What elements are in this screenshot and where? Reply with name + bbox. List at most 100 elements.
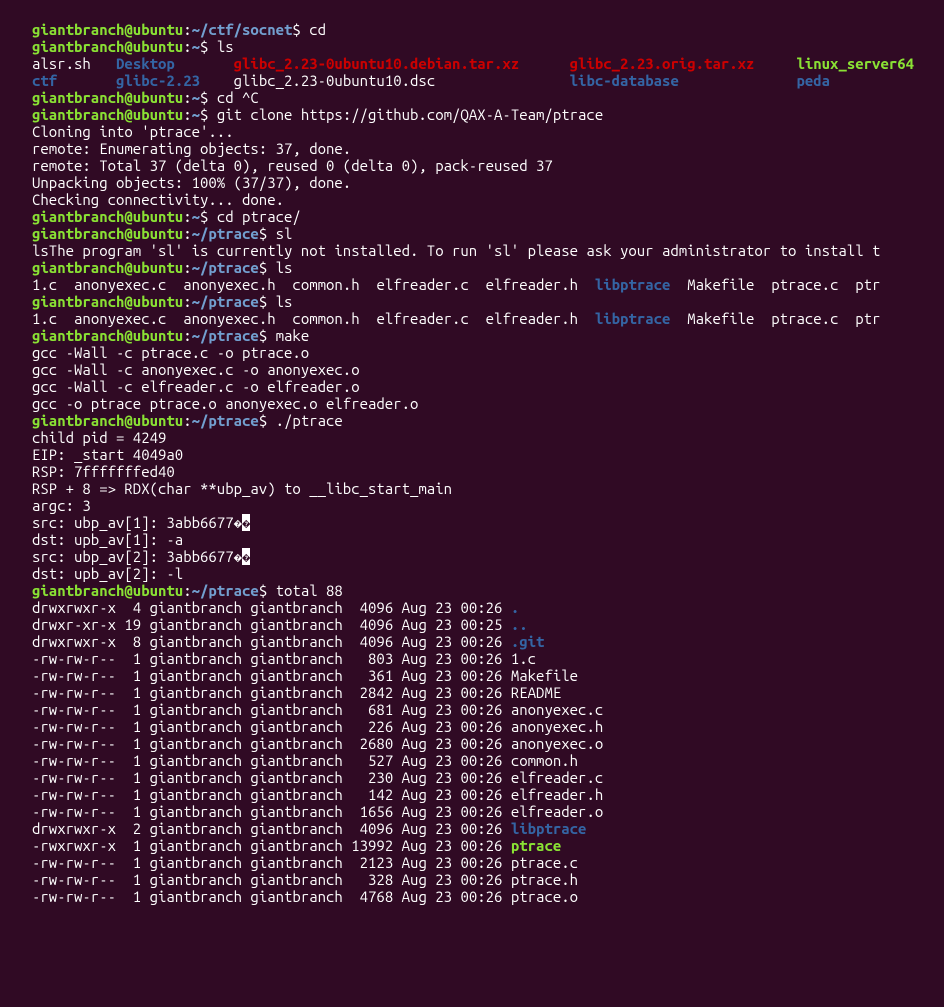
prompt-colon: : <box>183 327 191 344</box>
terminal-line: giantbranch@ubuntu:~$ cd ptrace/ <box>32 208 944 225</box>
prompt-dollar: $ <box>200 89 217 106</box>
prompt-colon: : <box>183 106 191 123</box>
terminal-line: -rw-rw-r-- 1 giantbranch giantbranch 268… <box>32 735 944 752</box>
file-size: 2680 <box>351 735 401 752</box>
terminal-line: gcc -Wall -c elfreader.c -o elfreader.o <box>32 378 944 395</box>
file-date: Aug 23 00:25 <box>402 616 511 633</box>
prompt-dollar: $ <box>200 38 217 55</box>
terminal-line: giantbranch@ubuntu:~/ptrace$ total 88 <box>32 582 944 599</box>
file-date: Aug 23 00:26 <box>402 803 511 820</box>
terminal-line: drwxrwxr-x 8 giantbranch giantbranch 409… <box>32 633 944 650</box>
file-name: ptrace.h <box>511 871 578 888</box>
file-date: Aug 23 00:26 <box>402 633 511 650</box>
file-owner: giantbranch <box>150 854 251 871</box>
file-perms: -rw-rw-r-- <box>32 718 124 735</box>
terminal-line: lsThe program 'sl' is currently not inst… <box>32 242 944 259</box>
file-owner: giantbranch <box>150 599 251 616</box>
file-links: 1 <box>124 735 149 752</box>
file-group: giantbranch <box>250 701 351 718</box>
file-group: giantbranch <box>250 650 351 667</box>
file-date: Aug 23 00:26 <box>402 701 511 718</box>
ls-entry: anonyexec.c <box>74 276 183 293</box>
ls-entry: 1.c <box>32 310 74 327</box>
terminal-line: src: ubp_av[1]: 3abb6677�� <box>32 514 944 531</box>
file-name: .git <box>511 633 545 650</box>
terminal-line: -rwxrwxr-x 1 giantbranch giantbranch 139… <box>32 837 944 854</box>
file-size: 4096 <box>351 820 401 837</box>
prompt-user: giantbranch@ubuntu <box>32 38 183 55</box>
file-group: giantbranch <box>250 786 351 803</box>
terminal-line: -rw-rw-r-- 1 giantbranch giantbranch 230… <box>32 769 944 786</box>
terminal-line: dst: upb_av[2]: -l <box>32 565 944 582</box>
terminal-line: RSP: 7fffffffed40 <box>32 463 944 480</box>
prompt-user: giantbranch@ubuntu <box>32 89 183 106</box>
file-size: 328 <box>351 871 401 888</box>
terminal-line: giantbranch@ubuntu:~/ptrace$ make <box>32 327 944 344</box>
prompt-path: ~ <box>192 89 200 106</box>
ls-entry: Makefile <box>687 310 771 327</box>
file-date: Aug 23 00:26 <box>402 718 511 735</box>
prompt-path: ~/ptrace <box>192 412 259 429</box>
file-name: . <box>511 599 519 616</box>
file-links: 1 <box>124 684 149 701</box>
ls-entry: elfreader.h <box>486 310 595 327</box>
file-perms: drwxrwxr-x <box>32 599 124 616</box>
file-owner: giantbranch <box>150 769 251 786</box>
terminal-line: -rw-rw-r-- 1 giantbranch giantbranch 226… <box>32 718 944 735</box>
prompt-colon: : <box>183 38 191 55</box>
command-text: ./ptrace <box>276 412 343 429</box>
file-group: giantbranch <box>250 667 351 684</box>
prompt-dollar: $ <box>200 208 217 225</box>
file-links: 1 <box>124 650 149 667</box>
output-line: EIP: _start 4049a0 <box>32 446 183 463</box>
command-text: total 88 <box>276 582 343 599</box>
output-line: src: ubp_av[1]: 3abb6677� <box>32 514 242 531</box>
file-owner: giantbranch <box>150 888 251 905</box>
file-size: 226 <box>351 718 401 735</box>
prompt-dollar: $ <box>259 225 276 242</box>
terminal-line: -rw-rw-r-- 1 giantbranch giantbranch 476… <box>32 888 944 905</box>
ls-entry: glibc-2.23 <box>116 72 234 89</box>
ls-entry: elfreader.c <box>376 310 485 327</box>
terminal-line: gcc -Wall -c anonyexec.c -o anonyexec.o <box>32 361 944 378</box>
file-perms: -rw-rw-r-- <box>32 854 124 871</box>
prompt-dollar: $ <box>259 293 276 310</box>
ls-entry: alsr.sh <box>32 55 116 72</box>
prompt-colon: : <box>183 225 191 242</box>
ls-entry: anonyexec.c <box>74 310 183 327</box>
file-owner: giantbranch <box>150 752 251 769</box>
prompt-user: giantbranch@ubuntu <box>32 21 183 38</box>
file-size: 4768 <box>351 888 401 905</box>
command-text: sl <box>276 225 293 242</box>
ls-entry: libptrace <box>595 310 687 327</box>
prompt-path: ~/ptrace <box>192 327 259 344</box>
terminal-line: -rw-rw-r-- 1 giantbranch giantbranch 212… <box>32 854 944 871</box>
file-size: 13992 <box>351 837 401 854</box>
file-date: Aug 23 00:26 <box>402 786 511 803</box>
terminal-line: giantbranch@ubuntu:~/ptrace$ sl <box>32 225 944 242</box>
command-text: ls <box>276 259 293 276</box>
terminal-line: EIP: _start 4049a0 <box>32 446 944 463</box>
file-perms: -rw-rw-r-- <box>32 650 124 667</box>
output-line: lsThe program 'sl' is currently not inst… <box>32 242 880 259</box>
file-size: 527 <box>351 752 401 769</box>
file-group: giantbranch <box>250 854 351 871</box>
prompt-user: giantbranch@ubuntu <box>32 582 183 599</box>
prompt-dollar: $ <box>259 259 276 276</box>
terminal-line: -rw-rw-r-- 1 giantbranch giantbranch 361… <box>32 667 944 684</box>
file-perms: -rw-rw-r-- <box>32 735 124 752</box>
file-size: 4096 <box>351 616 401 633</box>
ls-entry: ptr <box>855 276 880 293</box>
prompt-user: giantbranch@ubuntu <box>32 293 183 310</box>
terminal-line: dst: upb_av[1]: -a <box>32 531 944 548</box>
file-group: giantbranch <box>250 684 351 701</box>
file-group: giantbranch <box>250 633 351 650</box>
file-perms: -rw-rw-r-- <box>32 752 124 769</box>
prompt-path: ~/ptrace <box>192 225 259 242</box>
unknown-glyph: � <box>242 548 250 565</box>
terminal-line: -rw-rw-r-- 1 giantbranch giantbranch 328… <box>32 871 944 888</box>
terminal-output[interactable]: giantbranch@ubuntu:~/ctf/socnet$ cdgiant… <box>32 21 944 905</box>
prompt-user: giantbranch@ubuntu <box>32 225 183 242</box>
terminal-line: remote: Total 37 (delta 0), reused 0 (de… <box>32 157 944 174</box>
file-size: 361 <box>351 667 401 684</box>
